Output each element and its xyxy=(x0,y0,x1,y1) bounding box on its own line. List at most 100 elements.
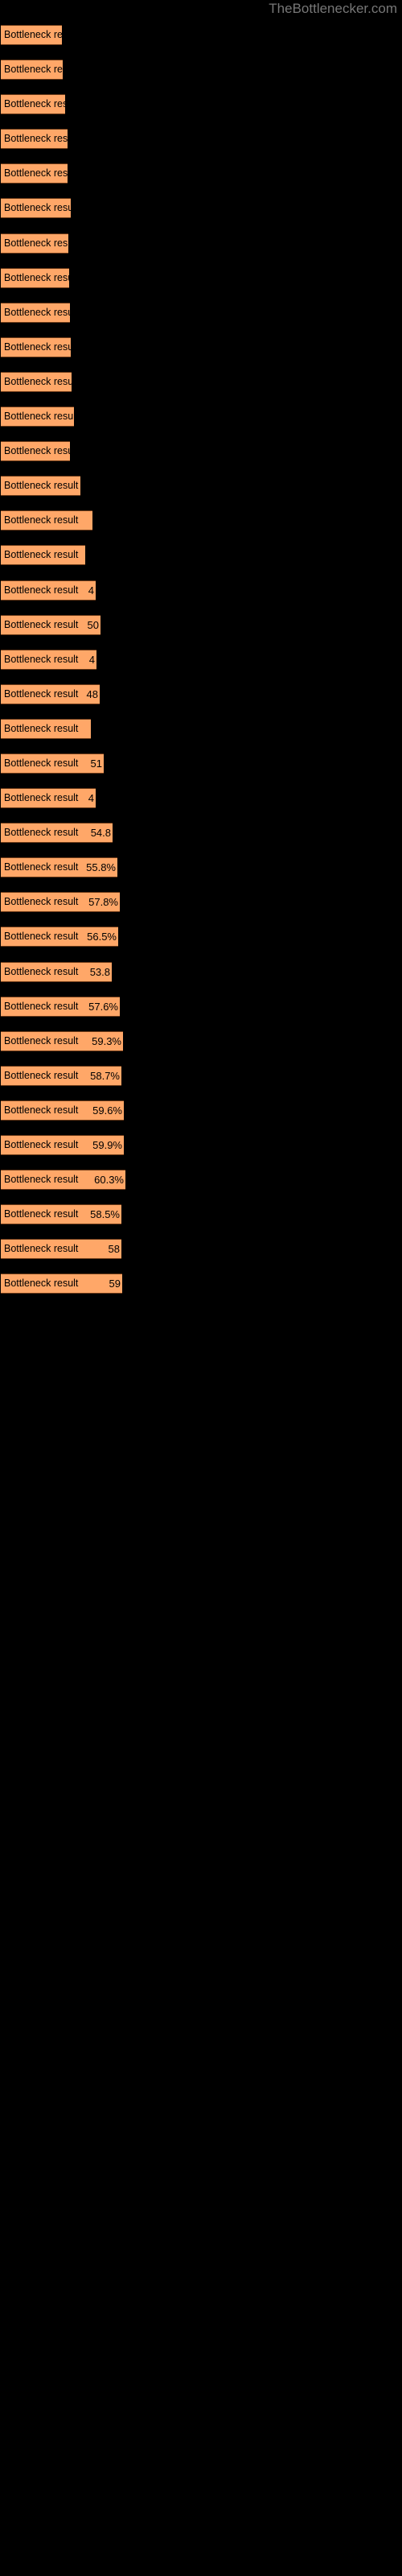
bar-label: Bottleneck result xyxy=(4,411,74,423)
bar-label: Bottleneck result xyxy=(4,687,79,700)
bar-row: Bottleneck result 48 xyxy=(0,677,402,712)
bar-value: 60.3% xyxy=(94,1174,124,1187)
bar: Bottleneck result 60.3% xyxy=(1,1170,125,1191)
bar: Bottleneck result xyxy=(1,476,80,497)
bar-value: 4 xyxy=(88,653,95,666)
bar-row: Bottleneck result 4 xyxy=(0,573,402,608)
bar-row: Bottleneck result xyxy=(0,295,402,330)
bar-row: Bottleneck result xyxy=(0,399,402,434)
bar-label: Bottleneck result xyxy=(4,584,79,596)
bar-value: 58.5% xyxy=(90,1208,120,1221)
bar-label: Bottleneck result xyxy=(4,653,79,665)
bar-value: 59.6% xyxy=(92,1104,122,1117)
bar-row: Bottleneck result xyxy=(0,156,402,191)
bar-value: 59.9% xyxy=(92,1139,122,1151)
bar-label: Bottleneck result xyxy=(4,549,79,561)
bar-value: 57.8% xyxy=(88,896,118,909)
bar-label: Bottleneck result xyxy=(4,965,79,977)
bar-value: 57.6% xyxy=(88,1000,118,1013)
bar: Bottleneck result 55.8% xyxy=(1,857,117,878)
bar-row: Bottleneck result 50 xyxy=(0,608,402,642)
bar: Bottleneck result 58.5% xyxy=(1,1204,121,1225)
bar-label: Bottleneck result xyxy=(4,98,65,110)
bar-row: Bottleneck result xyxy=(0,226,402,261)
bar: Bottleneck result 48 xyxy=(1,683,100,704)
bar-row: Bottleneck result xyxy=(0,122,402,156)
bar-label: Bottleneck result xyxy=(4,133,68,145)
bar-label: Bottleneck result xyxy=(4,1243,79,1255)
bar-label: Bottleneck result xyxy=(4,202,71,214)
bar: Bottleneck result 56.5% xyxy=(1,927,118,947)
bar-label: Bottleneck result xyxy=(4,167,68,180)
bar: Bottleneck result xyxy=(1,163,68,184)
bar: Bottleneck result 58 xyxy=(1,1239,121,1260)
bar-row: Bottleneck result xyxy=(0,365,402,399)
bar-label: Bottleneck result xyxy=(4,861,79,873)
bar-value: 54.8 xyxy=(90,827,111,840)
bar: Bottleneck result xyxy=(1,371,72,392)
bar-label: Bottleneck result xyxy=(4,1278,79,1290)
bar: Bottleneck result 59 xyxy=(1,1274,122,1294)
bar-label: Bottleneck result xyxy=(4,306,70,318)
bar: Bottleneck result xyxy=(1,94,65,115)
bar-row: Bottleneck result xyxy=(0,87,402,122)
bar-label: Bottleneck result xyxy=(4,514,79,526)
bar-label: Bottleneck result xyxy=(4,1208,79,1220)
bar-value: 50 xyxy=(87,618,99,631)
bar-label: Bottleneck result xyxy=(4,931,79,943)
bar: Bottleneck result xyxy=(1,267,69,288)
bar-value: 48 xyxy=(86,687,98,700)
bar: Bottleneck result xyxy=(1,545,85,566)
bar-row: Bottleneck result 53.8 xyxy=(0,955,402,989)
bar-row: Bottleneck result 55.8% xyxy=(0,850,402,885)
bar-label: Bottleneck result xyxy=(4,29,62,40)
bar: Bottleneck result xyxy=(1,510,92,531)
bar: Bottleneck result 57.8% xyxy=(1,892,120,913)
bar: Bottleneck result 58.7% xyxy=(1,1065,121,1086)
bar-row: Bottleneck result 58.5% xyxy=(0,1197,402,1232)
bar-value: 58 xyxy=(108,1243,120,1256)
bar-label: Bottleneck result xyxy=(4,480,79,492)
bar-label: Bottleneck result xyxy=(4,757,79,769)
bar-chart-bars: Bottleneck resultBottleneck resultBottle… xyxy=(0,18,402,1301)
bar-row: Bottleneck result 57.8% xyxy=(0,885,402,919)
bar-row: Bottleneck result 59.3% xyxy=(0,1024,402,1059)
bar-row: Bottleneck result xyxy=(0,52,402,87)
bar-value: 59 xyxy=(109,1278,121,1290)
bar-label: Bottleneck result xyxy=(4,1174,79,1186)
bar-row: Bottleneck result 54.8 xyxy=(0,815,402,850)
bar-row: Bottleneck result xyxy=(0,469,402,503)
bar-value: 4 xyxy=(88,584,94,597)
bar-value: 59.3% xyxy=(92,1034,121,1047)
bar: Bottleneck result 4 xyxy=(1,580,96,601)
bar-row: Bottleneck result 60.3% xyxy=(0,1162,402,1197)
bar-row: Bottleneck result xyxy=(0,503,402,538)
bar-label: Bottleneck result xyxy=(4,1139,79,1150)
bar: Bottleneck result 54.8 xyxy=(1,823,113,844)
bar-label: Bottleneck result xyxy=(4,375,72,387)
bar: Bottleneck result 50 xyxy=(1,614,100,635)
bar-row: Bottleneck result 58.7% xyxy=(0,1059,402,1093)
bar: Bottleneck result 59.9% xyxy=(1,1135,124,1155)
bar-row: Bottleneck result 59 xyxy=(0,1266,402,1301)
bar-row: Bottleneck result 59.6% xyxy=(0,1093,402,1128)
bar: Bottleneck result xyxy=(1,718,91,739)
bar-row: Bottleneck result xyxy=(0,712,402,746)
bar-row: Bottleneck result xyxy=(0,191,402,225)
bar-value: 53.8 xyxy=(89,965,110,978)
bar-label: Bottleneck result xyxy=(4,722,79,734)
bar-value: 56.5% xyxy=(87,931,117,943)
bar: Bottleneck result xyxy=(1,336,71,357)
bar: Bottleneck result 57.6% xyxy=(1,996,120,1017)
bar-label: Bottleneck result xyxy=(4,827,79,839)
bar-row: Bottleneck result 4 xyxy=(0,642,402,677)
bar-row: Bottleneck result xyxy=(0,434,402,469)
bar-label: Bottleneck result xyxy=(4,341,71,353)
bottleneck-chart-page: TheBottlenecker.com Bottleneck resultBot… xyxy=(0,0,402,2576)
bar: Bottleneck result xyxy=(1,129,68,150)
bar: Bottleneck result 51 xyxy=(1,753,104,774)
bar-row: Bottleneck result 51 xyxy=(0,746,402,781)
bar-label: Bottleneck result xyxy=(4,896,79,908)
site-watermark: TheBottlenecker.com xyxy=(269,1,397,16)
bar-row: Bottleneck result 58 xyxy=(0,1232,402,1266)
